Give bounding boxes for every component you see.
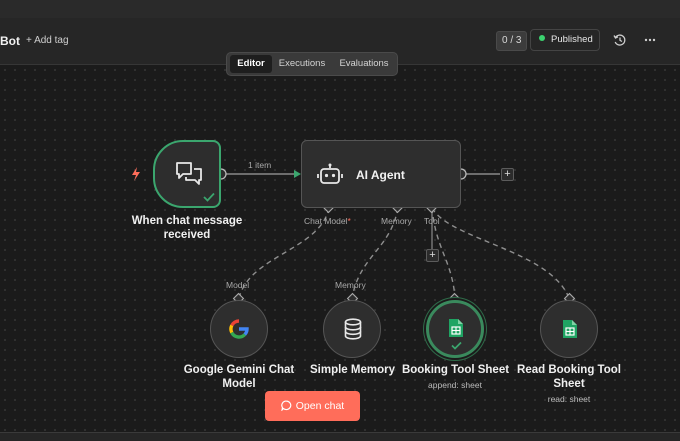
success-check-icon	[203, 192, 215, 202]
tab-evaluations[interactable]: Evaluations	[333, 55, 395, 73]
memory-port-label: Memory	[381, 216, 412, 226]
chat-trigger-label: When chat message received	[131, 215, 243, 241]
success-check-icon	[451, 341, 462, 350]
google-icon	[229, 319, 249, 339]
sheets-icon	[449, 319, 463, 337]
add-tool-button[interactable]: +	[426, 249, 439, 262]
read-booking-tool-sheet-node[interactable]	[540, 300, 598, 358]
read-booking-tool-sheet-operation: read: sheet	[547, 394, 591, 404]
chat-icon	[176, 162, 202, 185]
database-icon	[344, 318, 362, 340]
read-booking-tool-sheet-label: Read Booking Tool Sheet	[517, 364, 621, 390]
ai-agent-node[interactable]: AI Agent	[301, 140, 461, 208]
booking-tool-sheet-node[interactable]	[426, 300, 484, 358]
memory-input-label: Memory	[335, 280, 366, 290]
chat-bubble-icon	[280, 400, 292, 412]
sheets-icon	[563, 320, 577, 338]
tool-edge-read-booking	[431, 207, 570, 299]
gemini-label: Google Gemini Chat Model	[183, 364, 295, 390]
add-node-after-agent-button[interactable]: +	[501, 168, 514, 181]
view-tabs: Editor Executions Evaluations	[226, 52, 398, 76]
chat-trigger-node[interactable]	[153, 140, 221, 208]
google-gemini-node[interactable]	[210, 300, 268, 358]
tab-executions[interactable]: Executions	[275, 55, 329, 73]
edge-arrow	[294, 170, 301, 178]
booking-tool-sheet-label: Booking Tool Sheet	[401, 364, 510, 376]
simple-memory-node[interactable]	[323, 300, 381, 358]
tab-editor[interactable]: Editor	[230, 55, 272, 73]
edge-item-count: 1 item	[248, 160, 272, 170]
open-chat-label: Open chat	[295, 400, 345, 412]
trigger-bolt-icon	[132, 167, 140, 181]
chat-model-port-label: Chat Model*	[304, 216, 351, 226]
simple-memory-label: Simple Memory	[310, 364, 395, 376]
tool-port-label: Tool	[424, 216, 440, 226]
open-chat-button[interactable]: Open chat	[265, 391, 360, 421]
gemini-input-label: Model	[226, 280, 250, 290]
booking-tool-sheet-operation: append: sheet	[428, 380, 482, 390]
ai-agent-label: AI Agent	[356, 168, 405, 182]
robot-icon	[317, 163, 343, 184]
